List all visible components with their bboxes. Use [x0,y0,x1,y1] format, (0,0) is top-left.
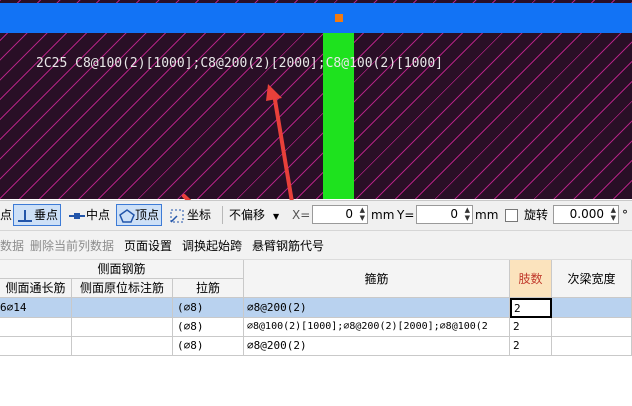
table-cell[interactable]: 2 [510,337,552,356]
rotate-checkbox[interactable] [505,209,518,222]
y-offset-input[interactable]: 0 ▲ ▼ [416,205,473,224]
arrow-head-1 [266,84,282,101]
x-label: X= [292,208,311,222]
y-label: Y= [397,208,415,222]
x-unit: mm [371,208,395,222]
header-secondary-beam-width[interactable]: 次梁宽度 [552,260,632,298]
table-cell[interactable] [552,318,632,337]
vertex-icon [119,208,135,223]
rotate-angle-input[interactable]: 0.000 ▲ ▼ [553,205,619,224]
y-unit: mm [475,208,499,222]
header-side-in-situ-rebar[interactable]: 侧面原位标注筋 [72,279,173,298]
snap-midpoint-button[interactable]: 中点 [68,205,110,225]
coordinate-icon [170,209,184,223]
table-cell[interactable] [552,298,632,318]
snap-vertex-label: 顶点 [135,208,160,222]
table-cell[interactable] [552,337,632,356]
header-legs[interactable]: 肢数 [510,260,552,298]
snap-vertex-button[interactable]: 顶点 [116,204,163,226]
rotate-angle-value: 0.000 [569,207,604,221]
snap-perpendicular-label: 垂点 [34,208,59,222]
group-header-side-rebar: 侧面钢筋 [0,260,244,279]
snap-toolbar: 点 垂点 中点 顶点 坐标 不偏移 ▼ X= 0 ▲ ▼ mm Y= 0 ▲ ▼ mm… [0,200,632,231]
table-menu-bar: 数据 删除当前列数据 页面设置 调换起始跨 悬臂钢筋代号 [0,231,632,260]
spin-arrows-icon[interactable]: ▲ ▼ [360,206,365,222]
table-cell[interactable] [72,298,173,318]
snap-midpoint-label: 中点 [86,208,111,222]
table-cell-active[interactable]: 2 [510,298,552,318]
y-offset-value: 0 [450,207,458,221]
table-cell[interactable]: ⌀8@100(2)[1000];⌀8@200(2)[2000];⌀8@100(2 [244,318,510,337]
table-cell[interactable]: (⌀8) [173,298,244,318]
perpendicular-icon [18,209,32,222]
header-side-long-rebar[interactable]: 侧面通长筋 [0,279,72,298]
header-tie-bar[interactable]: 拉筋 [173,279,244,298]
menu-page-settings[interactable]: 页面设置 [124,237,172,254]
menu-data[interactable]: 数据 [0,237,24,254]
rebar-table: 侧面钢筋 侧面通长筋 侧面原位标注筋 拉筋 箍筋 肢数 次梁宽度 6⌀14 (⌀… [0,260,632,356]
rotate-label: 旋转 [524,208,549,222]
degree-unit: ° [622,208,628,222]
empty-table-area [0,356,632,406]
table-cell[interactable] [72,318,173,337]
spin-arrows-icon[interactable]: ▲ ▼ [465,206,470,222]
snap-point-button[interactable]: 点 [0,205,12,225]
offset-mode-value: 不偏移 [229,208,266,222]
table-cell[interactable] [0,337,72,356]
dropdown-arrow-icon: ▼ [273,212,280,221]
snap-point-label: 点 [0,208,13,222]
snap-coordinate-button[interactable]: 坐标 [169,205,211,225]
menu-swap-start-span[interactable]: 调换起始跨 [182,237,242,254]
snap-coordinate-label: 坐标 [187,208,212,222]
x-offset-value: 0 [345,207,353,221]
table-cell[interactable]: (⌀8) [173,337,244,356]
table-cell[interactable] [0,318,72,337]
x-offset-input[interactable]: 0 ▲ ▼ [312,205,368,224]
table-cell[interactable]: ⌀8@200(2) [244,298,510,318]
table-cell[interactable]: ⌀8@200(2) [244,337,510,356]
table-cell[interactable]: (⌀8) [173,318,244,337]
toolbar-divider [222,206,223,224]
snap-perpendicular-button[interactable]: 垂点 [13,204,62,226]
header-stirrup[interactable]: 箍筋 [244,260,510,298]
table-cell[interactable] [72,337,173,356]
offset-mode-select[interactable]: 不偏移 ▼ [229,205,279,225]
menu-cantilever-rebar-code[interactable]: 悬臂钢筋代号 [252,237,324,254]
midpoint-icon [69,212,85,219]
table-cell[interactable]: 6⌀14 [0,298,72,318]
table-cell[interactable]: 2 [510,318,552,337]
menu-delete-column-data[interactable]: 删除当前列数据 [30,237,114,254]
spin-arrows-icon[interactable]: ▲ ▼ [611,206,616,222]
